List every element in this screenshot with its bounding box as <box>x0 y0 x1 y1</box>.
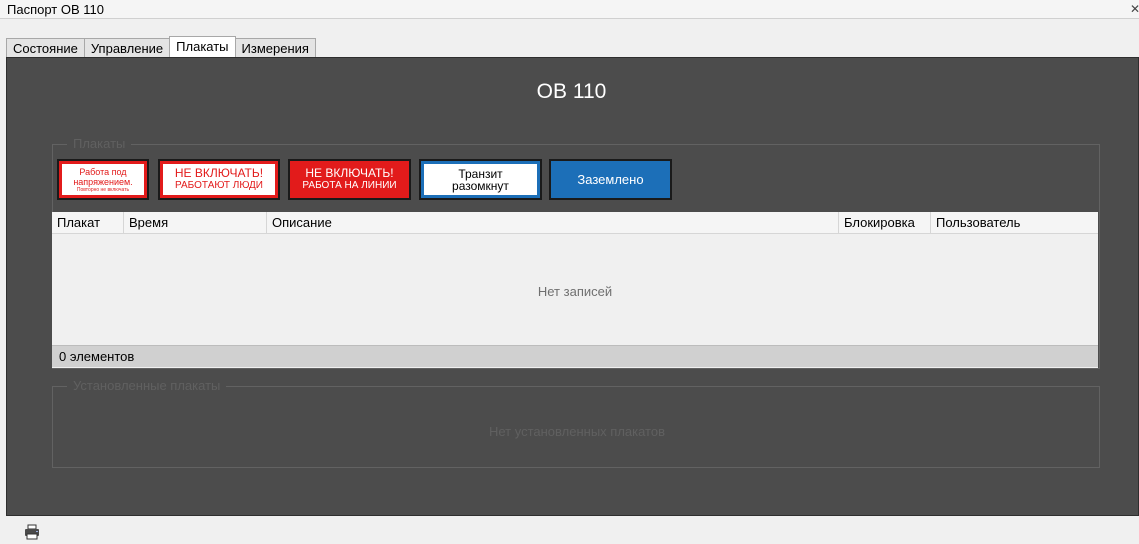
poster-line: напряжением. <box>73 176 133 187</box>
column-header-poster[interactable]: Плакат <box>52 212 124 233</box>
poster-line: Повторно не включать <box>76 186 130 193</box>
installed-posters-legend: Установленные плакаты <box>67 379 227 393</box>
table-footer-count: 0 элементов <box>52 345 1098 367</box>
table-empty-message: Нет записей <box>537 284 613 299</box>
tab-control[interactable]: Управление <box>83 38 171 57</box>
poster-line: Транзит <box>458 166 503 181</box>
poster-do-not-switch-line[interactable]: НЕ ВКЛЮЧАТЬ! РАБОТА НА ЛИНИИ <box>288 159 411 200</box>
printer-icon[interactable] <box>24 524 40 540</box>
page-title: ОВ 110 <box>536 80 607 103</box>
poster-line: разомкнут <box>452 178 509 193</box>
tab-posters[interactable]: Плакаты <box>169 36 236 57</box>
poster-line: РАБОТА НА ЛИНИИ <box>302 180 397 191</box>
poster-line: НЕ ВКЛЮЧАТЬ! <box>305 166 394 180</box>
tab-measurements[interactable]: Измерения <box>234 38 316 57</box>
posters-table: Плакат Время Описание Блокировка Пользов… <box>52 212 1098 368</box>
poster-line: НЕ ВКЛЮЧАТЬ! <box>174 166 264 180</box>
title-bar: Паспорт ОВ 110 ✕ <box>0 0 1139 19</box>
status-bar <box>0 516 1139 544</box>
table-header: Плакат Время Описание Блокировка Пользов… <box>52 212 1098 234</box>
tab-state[interactable]: Состояние <box>6 38 85 57</box>
poster-line: Заземлено <box>577 172 644 187</box>
main-panel: ОВ 110 Плакаты Работа под напряжением. П… <box>6 57 1139 516</box>
window-title: Паспорт ОВ 110 <box>7 2 104 17</box>
poster-line: Работа под <box>79 166 127 177</box>
installed-posters-empty: Нет установленных плакатов <box>488 424 665 439</box>
tab-bar: Состояние Управление Плакаты Измерения <box>6 36 316 57</box>
poster-do-not-switch-people[interactable]: НЕ ВКЛЮЧАТЬ! РАБОТАЮТ ЛЮДИ <box>158 159 280 200</box>
close-icon[interactable]: ✕ <box>1130 1 1139 17</box>
poster-grounded[interactable]: Заземлено <box>549 159 672 200</box>
column-header-description[interactable]: Описание <box>267 212 839 233</box>
installed-posters-group: Установленные плакаты Нет установленных … <box>52 379 1100 468</box>
column-header-time[interactable]: Время <box>124 212 267 233</box>
column-header-lock[interactable]: Блокировка <box>839 212 931 233</box>
posters-group-legend: Плакаты <box>67 137 132 151</box>
poster-transit-open[interactable]: Транзит разомкнут <box>419 159 542 200</box>
poster-line: РАБОТАЮТ ЛЮДИ <box>175 180 263 191</box>
poster-live-work[interactable]: Работа под напряжением. Повторно не вклю… <box>57 159 149 200</box>
column-header-user[interactable]: Пользователь <box>931 212 1098 233</box>
